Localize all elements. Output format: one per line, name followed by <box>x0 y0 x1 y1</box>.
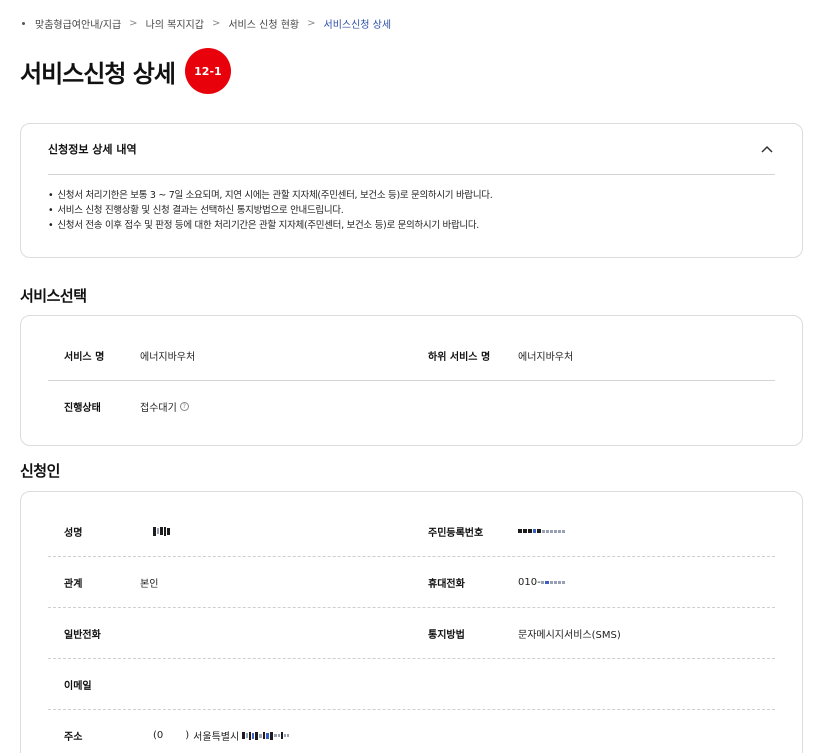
breadcrumb-item-current: 서비스신청 상세 <box>323 20 392 31</box>
applicant-panel: 성명 주민등록번호 관계 본인 휴대전화 010- 일반전화 통지방법 문자메시… <box>20 491 803 753</box>
service-section-title: 서비스선택 <box>20 287 87 305</box>
address-zip-close: ) <box>185 730 190 741</box>
info-panel-header[interactable]: 신청정보 상세 내역 <box>48 124 775 175</box>
applicant-section-title: 신청인 <box>20 462 60 480</box>
info-note: 신청서 전송 이후 접수 및 판정 등에 대한 처리기간은 관할 지자체(주민센… <box>48 218 782 233</box>
breadcrumb-item-wallet[interactable]: 나의 복지지갑 <box>146 16 204 31</box>
applicant-row-name: 성명 주민등록번호 <box>48 506 775 557</box>
mobile-number-masked <box>540 580 565 584</box>
phone-label: 일반전화 <box>64 629 101 641</box>
page-title: 서비스신청 상세 <box>20 59 176 88</box>
applicant-row-email: 이메일 <box>48 659 775 710</box>
address-value: (0 ) 서울특별시 <box>153 728 290 743</box>
notify-method-value: 문자메시지서비스(SMS) <box>518 629 621 641</box>
info-notes-list: 신청서 처리기한은 보통 3 ~ 7일 소요되며, 지연 시에는 관할 지자체(… <box>48 188 782 233</box>
name-label: 성명 <box>64 527 83 539</box>
address-zip-open: (0 <box>153 730 164 741</box>
notify-method-label: 통지방법 <box>428 629 465 641</box>
status-label: 진행상태 <box>64 403 101 414</box>
breadcrumb: 맞춤형급여안내/지급 > 나의 복지지갑 > 서비스 신청 현황 > 서비스신청… <box>22 16 391 31</box>
chevron-right-icon: > <box>129 18 138 29</box>
service-name-value: 에너지바우처 <box>140 351 196 363</box>
address-detail-masked <box>242 731 290 740</box>
service-panel: 서비스 명 에너지바우처 하위 서비스 명 에너지바우처 진행상태 접수대기 ? <box>20 315 803 446</box>
status-text: 접수대기 <box>140 403 177 414</box>
resident-number-masked <box>518 529 565 533</box>
chevron-right-icon: > <box>307 18 316 29</box>
mobile-value: 010- <box>518 577 565 588</box>
info-panel-title: 신청정보 상세 내역 <box>48 143 137 156</box>
title-row: 서비스신청 상세 12-1 <box>20 48 231 94</box>
mobile-prefix: 010- <box>518 576 541 588</box>
breadcrumb-item-status[interactable]: 서비스 신청 현황 <box>228 16 299 31</box>
applicant-row-relation: 관계 본인 휴대전화 010- <box>48 557 775 608</box>
address-label: 주소 <box>64 732 83 743</box>
application-info-panel: 신청정보 상세 내역 신청서 처리기한은 보통 3 ~ 7일 소요되며, 지연 … <box>20 123 803 258</box>
resident-number-label: 주민등록번호 <box>428 527 484 539</box>
mobile-label: 휴대전화 <box>428 578 465 590</box>
info-note: 신청서 처리기한은 보통 3 ~ 7일 소요되며, 지연 시에는 관할 지자체(… <box>48 188 782 203</box>
name-value-masked <box>153 526 170 536</box>
relation-value: 본인 <box>140 578 159 590</box>
status-value: 접수대기 ? <box>140 399 189 414</box>
sub-service-value: 에너지바우처 <box>518 351 574 363</box>
sub-service-label: 하위 서비스 명 <box>428 351 491 363</box>
breadcrumb-item-benefits[interactable]: 맞춤형급여안내/지급 <box>35 16 121 31</box>
applicant-row-address: 주소 (0 ) 서울특별시 <box>48 710 775 753</box>
chevron-up-icon[interactable] <box>759 141 775 157</box>
question-circle-icon[interactable]: ? <box>179 402 189 411</box>
home-dot-icon <box>22 22 25 25</box>
applicant-row-phone: 일반전화 통지방법 문자메시지서비스(SMS) <box>48 608 775 659</box>
relation-label: 관계 <box>64 578 83 590</box>
status-row: 진행상태 접수대기 ? <box>48 381 775 432</box>
step-badge: 12-1 <box>184 48 231 94</box>
chevron-right-icon: > <box>211 18 221 29</box>
email-label: 이메일 <box>64 680 92 692</box>
service-row: 서비스 명 에너지바우처 하위 서비스 명 에너지바우처 <box>48 330 775 381</box>
address-city: 서울특별시 <box>193 732 240 743</box>
service-name-label: 서비스 명 <box>64 351 105 363</box>
info-note: 서비스 신청 진행상황 및 신청 결과는 선택하신 통지방법으로 안내드립니다. <box>48 203 782 218</box>
